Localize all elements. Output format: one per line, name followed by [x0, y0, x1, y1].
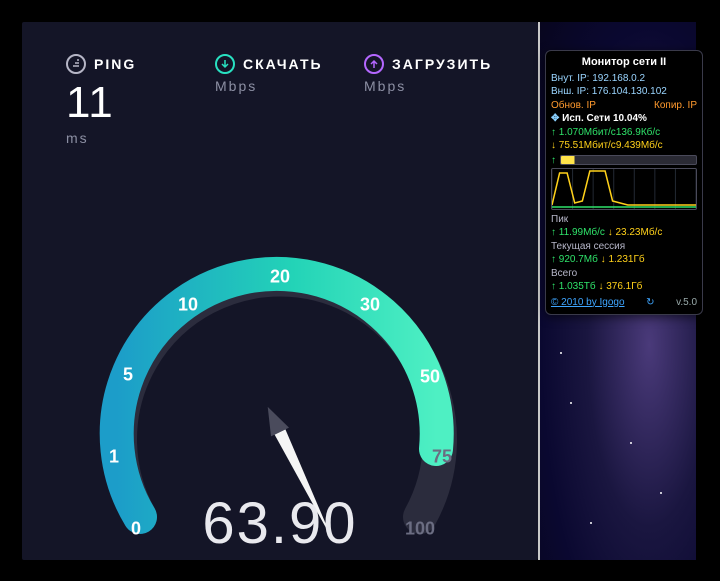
session-row: ↑ 920.7Мб ↓ 1.231Гб: [551, 253, 697, 267]
tick-1: 1: [109, 447, 119, 468]
gadget-title: Монитор сети II: [551, 55, 697, 70]
desktop-area: Монитор сети II Внут. IP: 192.168.0.2 Вн…: [538, 22, 696, 560]
credit-link[interactable]: © 2010 by Igogo: [551, 296, 625, 310]
external-ip-row: Внш. IP: 176.104.130.102: [551, 85, 697, 99]
tick-75: 75: [432, 447, 452, 468]
upload-icon: [364, 54, 384, 74]
peak-row: ↑ 11.99Мб/с ↓ 23.23Мб/с: [551, 226, 697, 240]
rate-up-row: ↑ 1.070Мбит/с136.9Кб/с: [551, 126, 697, 140]
tick-5: 5: [123, 365, 133, 386]
copy-ip-link[interactable]: Копир. IP: [654, 99, 697, 113]
ping-unit: ms: [66, 130, 196, 146]
gauge-result: 63.90: [202, 490, 357, 557]
usage-row: ✥ Исп. Сети 10.04%: [551, 112, 697, 126]
ping-icon: [66, 54, 86, 74]
tick-0: 0: [131, 519, 141, 540]
speedtest-panel: PING 11 ms СКАЧАТЬ Mbps: [22, 22, 538, 560]
progress-row: ↑: [551, 153, 697, 168]
download-unit: Mbps: [215, 78, 345, 94]
total-row: ↑ 1.035Тб ↓ 376.1Гб: [551, 280, 697, 294]
download-label: СКАЧАТЬ: [243, 56, 323, 72]
metric-download: СКАЧАТЬ Mbps: [215, 54, 345, 146]
traffic-graph: [551, 168, 697, 210]
ping-value: 11: [66, 78, 196, 128]
metric-upload: ЗАГРУЗИТЬ Mbps: [364, 54, 494, 146]
rate-dn-row: ↓ 75.51Мбит/с9.439Мб/с: [551, 139, 697, 153]
speed-gauge: 0 1 5 10 20 30 50 75 100 63.90: [70, 217, 490, 557]
network-monitor-gadget[interactable]: Монитор сети II Внут. IP: 192.168.0.2 Вн…: [545, 50, 703, 315]
download-icon: [215, 54, 235, 74]
tick-30: 30: [360, 295, 380, 316]
peak-label: Пик: [551, 213, 697, 227]
refresh-ip-link[interactable]: Обнов. IP: [551, 99, 596, 113]
tick-20: 20: [270, 267, 290, 288]
tick-50: 50: [420, 367, 440, 388]
session-label: Текущая сессия: [551, 240, 697, 254]
tick-10: 10: [178, 295, 198, 316]
tick-100: 100: [405, 519, 435, 540]
metric-ping: PING 11 ms: [66, 54, 196, 146]
total-label: Всего: [551, 267, 697, 281]
refresh-icon[interactable]: ↻: [646, 296, 654, 310]
version-text: v.5.0: [676, 296, 697, 310]
upload-label: ЗАГРУЗИТЬ: [392, 56, 492, 72]
internal-ip-row: Внут. IP: 192.168.0.2: [551, 72, 697, 86]
upload-unit: Mbps: [364, 78, 494, 94]
ping-label: PING: [94, 56, 136, 72]
usage-bar: [560, 155, 697, 165]
